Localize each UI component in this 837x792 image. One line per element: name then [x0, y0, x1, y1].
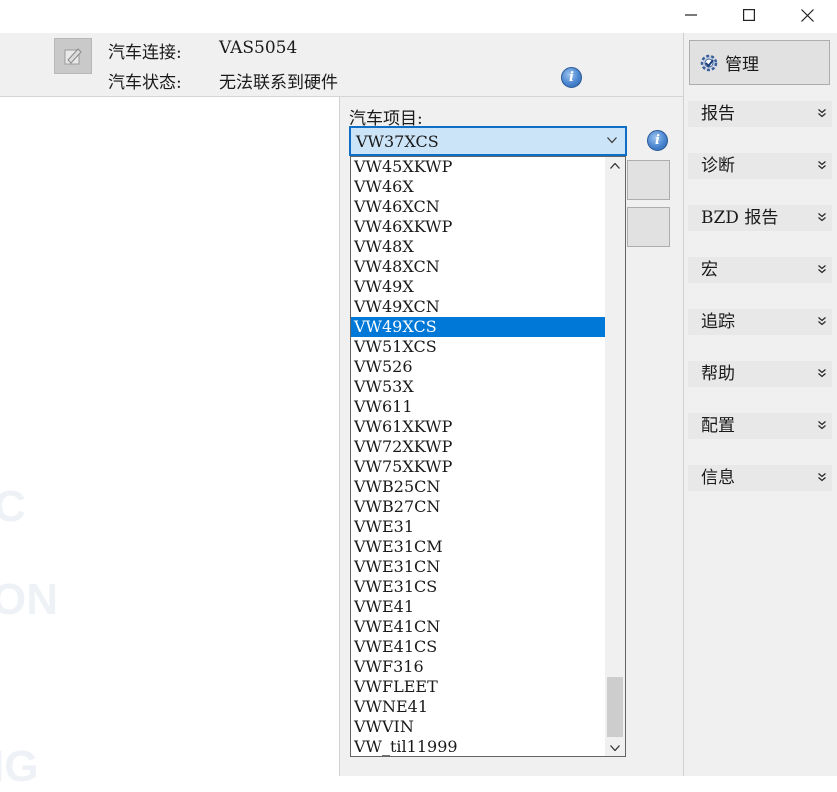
ghost-text: ON	[0, 575, 58, 624]
nav-item-bzd-report[interactable]: BZD 报告	[688, 205, 832, 231]
admin-button-label: 管理	[725, 55, 759, 75]
double-chevron-down-icon	[818, 421, 826, 430]
project-option[interactable]: VWE31	[351, 517, 605, 537]
project-option[interactable]: VWE41CN	[351, 617, 605, 637]
content-area: C ON IG	[0, 97, 338, 791]
project-option[interactable]: VWVIN	[351, 717, 605, 737]
project-option[interactable]: VW526	[351, 357, 605, 377]
project-option[interactable]: VWE31CM	[351, 537, 605, 557]
nav-item-trace[interactable]: 追踪	[688, 309, 832, 335]
maximize-icon	[743, 9, 755, 21]
chevron-down-icon	[607, 137, 617, 144]
connection-label: 汽车连接:	[108, 43, 182, 63]
project-option[interactable]: VW46X	[351, 177, 605, 197]
project-option[interactable]: VW61XKWP	[351, 417, 605, 437]
scrollbar-thumb[interactable]	[607, 677, 623, 737]
project-option[interactable]: VW53X	[351, 377, 605, 397]
close-icon	[800, 8, 814, 22]
nav-item-label: 配置	[701, 416, 735, 436]
project-option[interactable]: VW75XKWP	[351, 457, 605, 477]
panel-action-button[interactable]	[627, 160, 670, 200]
status-value: 无法联系到硬件	[219, 73, 338, 93]
project-option[interactable]: VWE31CS	[351, 577, 605, 597]
project-options: VW45XKWP VW46X VW46XCN VW46XKWP VW48X VW48XCN…	[351, 157, 605, 757]
nav-item-config[interactable]: 配置	[688, 413, 832, 439]
project-option[interactable]: VW72XKWP	[351, 437, 605, 457]
gear-check-icon	[700, 54, 718, 71]
project-info-icon[interactable]: i	[647, 130, 668, 151]
vehicle-header	[0, 33, 683, 97]
double-chevron-down-icon	[818, 161, 826, 170]
project-option[interactable]: VW48X	[351, 237, 605, 257]
chevron-up-icon	[610, 162, 620, 169]
project-dropdown-list[interactable]: VW45XKWP VW46X VW46XCN VW46XKWP VW48X VW48XCN…	[350, 156, 626, 757]
chevron-down-icon	[610, 744, 620, 751]
double-chevron-down-icon	[818, 265, 826, 274]
project-option[interactable]: VWE31CN	[351, 557, 605, 577]
project-option[interactable]: VWNE41	[351, 697, 605, 717]
nav-item-label: 诊断	[701, 156, 735, 176]
project-option[interactable]: VW_til11999	[351, 737, 605, 757]
panel-action-button[interactable]	[627, 207, 670, 247]
project-option[interactable]: VWE41CS	[351, 637, 605, 657]
scroll-up-arrow[interactable]	[605, 157, 625, 174]
project-option[interactable]: VW51XCS	[351, 337, 605, 357]
connection-value: VAS5054	[219, 38, 298, 58]
project-option[interactable]: VW49XCN	[351, 297, 605, 317]
nav-item-diagnosis[interactable]: 诊断	[688, 153, 832, 179]
project-option[interactable]: VW46XCN	[351, 197, 605, 217]
project-option[interactable]: VW45XKWP	[351, 157, 605, 177]
project-option[interactable]: VW46XKWP	[351, 217, 605, 237]
nav-item-info[interactable]: 信息	[688, 465, 832, 491]
nav-item-label: BZD 报告	[701, 208, 779, 228]
project-option[interactable]: VW49XCS	[351, 317, 605, 337]
project-option[interactable]: VWFLEET	[351, 677, 605, 697]
nav-item-help[interactable]: 帮助	[688, 361, 832, 387]
double-chevron-down-icon	[818, 369, 826, 378]
ghost-text: C	[0, 482, 26, 531]
project-option[interactable]: VW611	[351, 397, 605, 417]
status-info-icon[interactable]: i	[561, 67, 582, 88]
vehicle-status-icon	[54, 38, 92, 74]
project-option[interactable]: VWE41	[351, 597, 605, 617]
double-chevron-down-icon	[818, 109, 826, 118]
project-select[interactable]: VW37XCS	[349, 126, 627, 156]
ghost-text: IG	[0, 742, 39, 791]
maximize-button[interactable]	[718, 0, 780, 30]
admin-button[interactable]: 管理	[689, 40, 830, 85]
minimize-button[interactable]	[660, 0, 722, 30]
close-button[interactable]	[776, 0, 837, 30]
double-chevron-down-icon	[818, 213, 826, 222]
project-select-value: VW37XCS	[356, 132, 439, 151]
project-option[interactable]: VWF316	[351, 657, 605, 677]
nav-item-report[interactable]: 报告	[688, 101, 832, 127]
status-label: 汽车状态:	[108, 73, 182, 93]
project-option[interactable]: VW48XCN	[351, 257, 605, 277]
nav-item-label: 追踪	[701, 312, 735, 332]
project-option[interactable]: VW49X	[351, 277, 605, 297]
nav-item-label: 信息	[701, 468, 735, 488]
scroll-down-arrow[interactable]	[605, 739, 625, 756]
navigation-sidebar	[683, 33, 837, 776]
project-option[interactable]: VWB27CN	[351, 497, 605, 517]
nav-item-label: 报告	[701, 104, 735, 124]
nav-item-macro[interactable]: 宏	[688, 257, 832, 283]
nav-item-label: 帮助	[701, 364, 735, 384]
double-chevron-down-icon	[818, 473, 826, 482]
nav-item-label: 宏	[701, 260, 718, 280]
project-option[interactable]: VWB25CN	[351, 477, 605, 497]
double-chevron-down-icon	[818, 317, 826, 326]
dropdown-scrollbar[interactable]	[605, 157, 625, 756]
minimize-icon	[685, 14, 697, 16]
